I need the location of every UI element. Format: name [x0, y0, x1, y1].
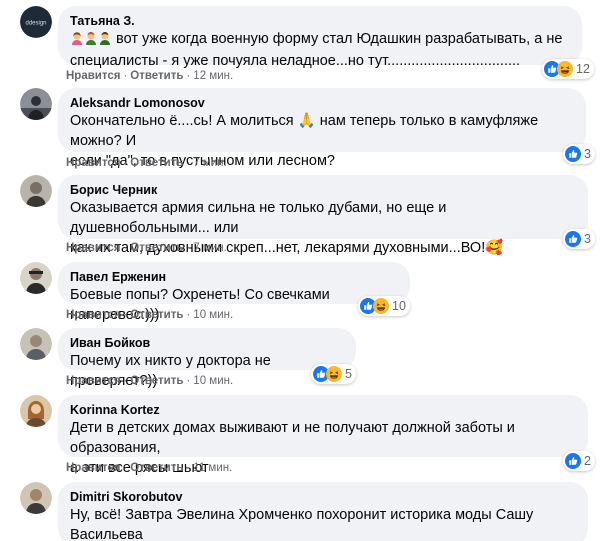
- reactions-summary[interactable]: 3: [563, 144, 595, 164]
- comment-author[interactable]: Aleksandr Lomonosov: [70, 95, 574, 111]
- comment-text: Ну, всё! Завтра Эвелина Хромченко похоро…: [70, 507, 534, 541]
- comment-bubble: Aleksandr Lomonosov Окончательно ё....сь…: [58, 88, 586, 169]
- woman-emoji-icon: [70, 31, 84, 51]
- avatar[interactable]: ddesign: [20, 6, 52, 38]
- reactions-count: 12: [576, 62, 590, 76]
- reactions-summary[interactable]: 5: [311, 364, 356, 384]
- comment-actions: Нравится · Ответить · 11 мин.: [66, 462, 233, 474]
- like-link[interactable]: Нравится: [66, 70, 120, 82]
- comment-author[interactable]: Павел Ерженин: [70, 269, 398, 285]
- comment-actions: Нравится · Ответить · 7 мин.: [66, 242, 227, 254]
- reply-link[interactable]: Ответить: [130, 70, 183, 82]
- comment-author[interactable]: Korinna Kortez: [70, 402, 576, 418]
- comment-bubble: Korinna Kortez Дети в детских домах выжи…: [58, 395, 588, 476]
- avatar-image: [20, 395, 52, 427]
- like-icon: [565, 231, 581, 247]
- avatar[interactable]: [20, 262, 52, 294]
- like-link[interactable]: Нравится: [66, 462, 120, 474]
- reply-link[interactable]: Ответить: [130, 375, 183, 387]
- comment-author[interactable]: Татьяна З.: [70, 13, 570, 29]
- comment-text-line: вот уже когда военную форму стал Юдашкин…: [116, 31, 563, 47]
- comment-bubble: Павел Ерженин Боевые попы? Охренеть! Со …: [58, 262, 410, 323]
- avatar[interactable]: [20, 88, 52, 120]
- reply-link[interactable]: Ответить: [130, 157, 183, 169]
- like-link[interactable]: Нравится: [66, 242, 120, 254]
- avatar-image: [20, 88, 52, 120]
- like-link[interactable]: Нравится: [66, 309, 120, 321]
- comment-text: вот уже когда военную форму стал Юдашкин…: [70, 29, 570, 71]
- avatar-image: [20, 262, 52, 294]
- man-emoji-icon: [98, 31, 112, 51]
- reactions-count: 5: [345, 367, 352, 381]
- like-link[interactable]: Нравится: [66, 157, 120, 169]
- reactions-summary[interactable]: 10: [358, 296, 410, 316]
- reactions-count: 3: [584, 147, 591, 161]
- avatar[interactable]: [20, 328, 52, 360]
- reactions-summary[interactable]: 12: [542, 59, 594, 79]
- comment-actions: Нравится · Ответить · 12 мин.: [66, 70, 234, 82]
- like-icon: [565, 453, 581, 469]
- like-icon: [565, 146, 581, 162]
- comment-time[interactable]: 7 мин.: [193, 242, 226, 254]
- avatar-image: [20, 175, 52, 207]
- reply-link[interactable]: Ответить: [130, 462, 183, 474]
- avatar[interactable]: [20, 175, 52, 207]
- haha-icon: [373, 298, 389, 314]
- avatar-image: [20, 482, 52, 514]
- reactions-count: 10: [392, 299, 406, 313]
- comment-time[interactable]: 7 мин.: [193, 157, 226, 169]
- like-link[interactable]: Нравится: [66, 375, 120, 387]
- reactions-summary[interactable]: 3: [563, 229, 595, 249]
- comment-actions: Нравится · Ответить · 10 мин.: [66, 375, 234, 387]
- reply-link[interactable]: Ответить: [130, 309, 183, 321]
- avatar[interactable]: [20, 395, 52, 427]
- comment-time[interactable]: 12 мин.: [193, 70, 233, 82]
- comments-feed: ddesign Татьяна З. вот уже когда военную…: [0, 0, 600, 541]
- comment-text-line: специалисты - я уже почуяла неладное...н…: [70, 53, 521, 69]
- comment-author[interactable]: Иван Бойков: [70, 335, 344, 351]
- comment-bubble: Татьяна З. вот уже когда военную форму с…: [58, 6, 582, 69]
- haha-icon: [557, 61, 573, 77]
- comment-bubble: Иван Бойков Почему их никто у доктора не…: [58, 328, 356, 389]
- avatar[interactable]: [20, 482, 52, 514]
- comment-author[interactable]: Dimitri Skorobutov: [70, 489, 576, 505]
- reactions-summary[interactable]: 2: [563, 451, 595, 471]
- comment-author[interactable]: Борис Черник: [70, 182, 576, 198]
- man-emoji-icon: [84, 31, 98, 51]
- reactions-count: 3: [584, 232, 591, 246]
- comment-bubble: Борис Черник Оказывается армия сильна не…: [58, 175, 588, 256]
- comment-bubble: Dimitri Skorobutov Ну, всё! Завтра Эвели…: [58, 482, 588, 541]
- reply-link[interactable]: Ответить: [130, 242, 183, 254]
- comment-time[interactable]: 10 мин.: [193, 375, 233, 387]
- comment-actions: Нравится · Ответить · 10 мин.: [66, 309, 234, 321]
- haha-icon: [326, 366, 342, 382]
- avatar-image: [20, 328, 52, 360]
- comment-time[interactable]: 10 мин.: [193, 309, 233, 321]
- avatar-logo-text: ddesign: [25, 21, 46, 27]
- avatar-image: ddesign: [20, 6, 52, 38]
- comment-time[interactable]: 11 мин.: [193, 462, 232, 474]
- comment-actions: Нравится · Ответить · 7 мин.: [66, 157, 227, 169]
- reactions-count: 2: [584, 454, 591, 468]
